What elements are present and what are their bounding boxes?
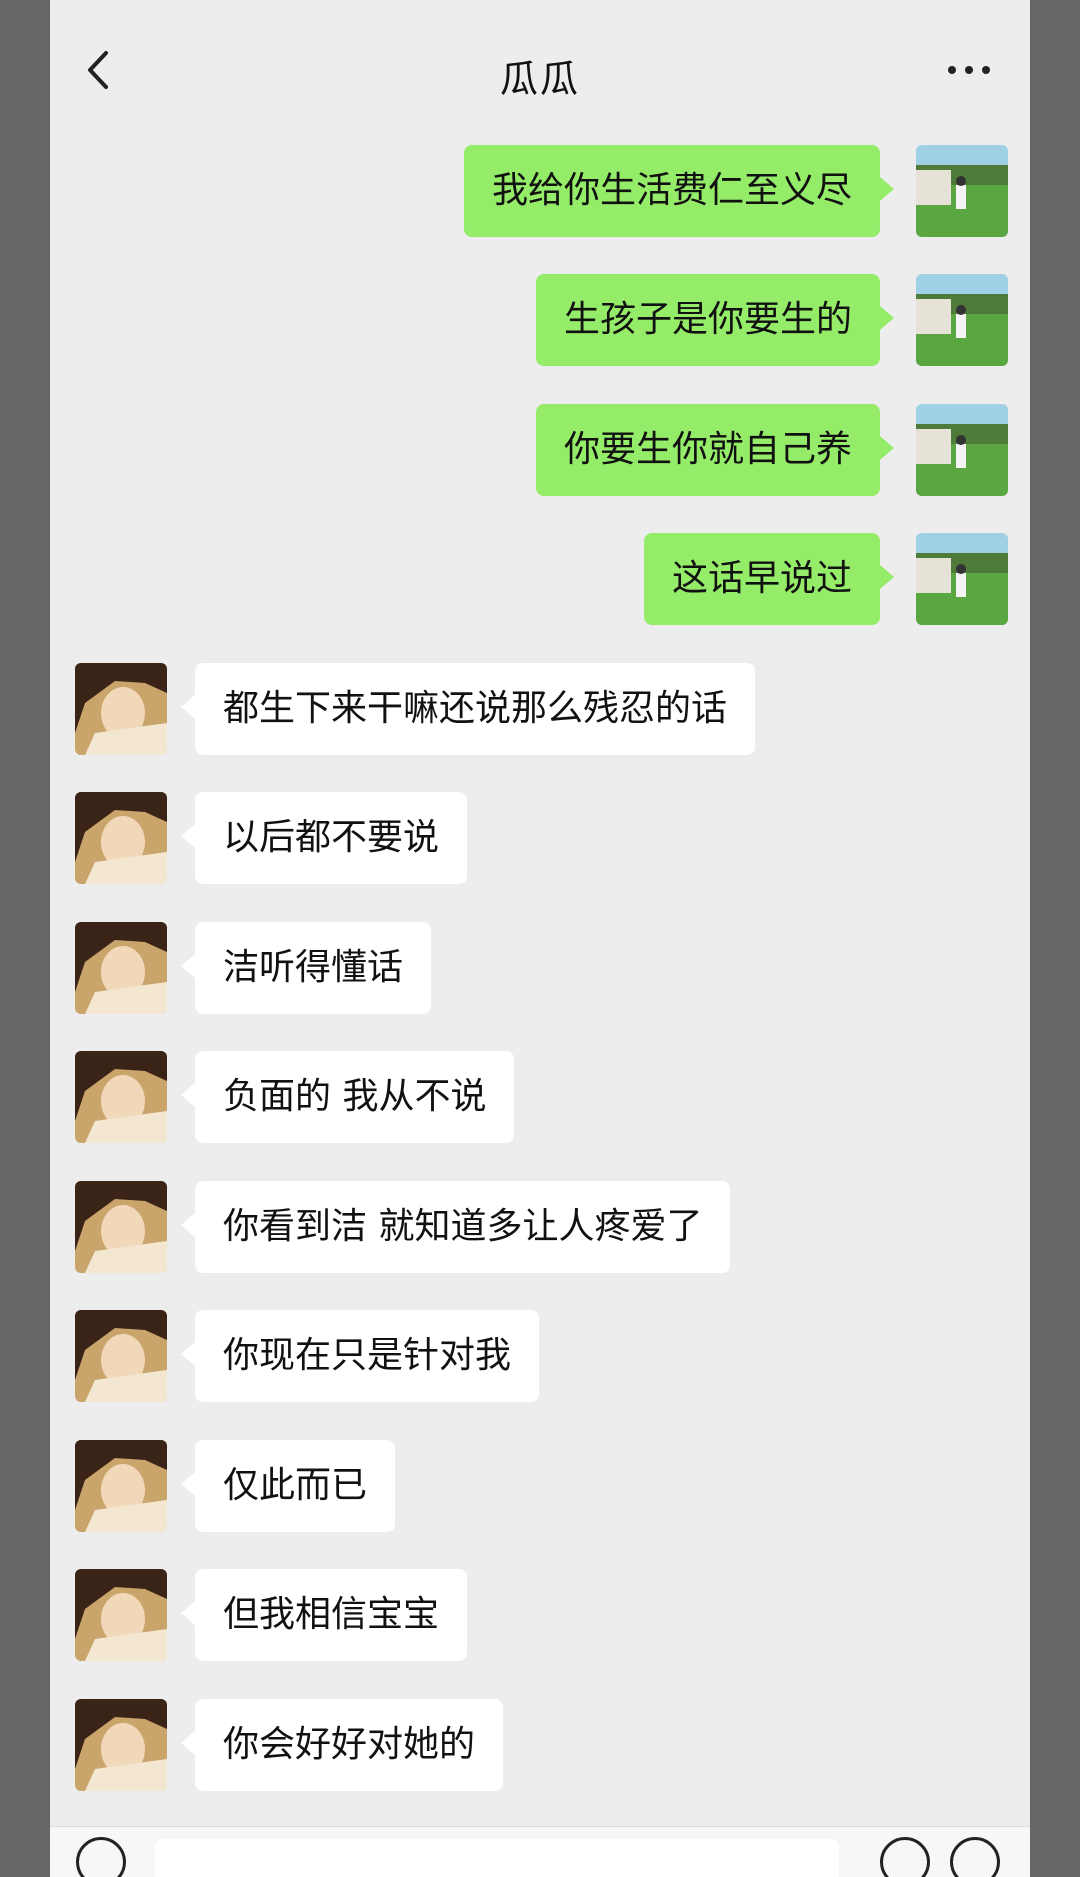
avatar[interactable]	[916, 533, 1008, 625]
message-bubble[interactable]: 你看到洁 就知道多让人疼爱了	[180, 1181, 731, 1273]
message-row: 但我相信宝宝	[50, 1569, 1030, 1661]
avatar[interactable]	[75, 1310, 167, 1402]
message-row: 你看到洁 就知道多让人疼爱了	[50, 1181, 1030, 1273]
message-row: 洁听得懂话	[50, 922, 1030, 1014]
avatar-contact-icon	[75, 1440, 167, 1532]
chat-header: 瓜瓜	[50, 0, 1030, 140]
message-row: 我给你生活费仁至义尽	[50, 145, 1030, 237]
message-row: 负面的 我从不说	[50, 1051, 1030, 1143]
message-bubble[interactable]: 这话早说过	[643, 533, 895, 625]
avatar-contact-icon	[75, 1181, 167, 1273]
avatar[interactable]	[75, 792, 167, 884]
avatar-contact-icon	[75, 1051, 167, 1143]
input-bar	[50, 1826, 1030, 1877]
message-bubble[interactable]: 洁听得懂话	[180, 922, 432, 1014]
message-bubble[interactable]: 你要生你就自己养	[535, 404, 895, 496]
avatar[interactable]	[75, 663, 167, 755]
avatar[interactable]	[75, 1181, 167, 1273]
avatar[interactable]	[75, 1051, 167, 1143]
more-dots-icon	[948, 66, 990, 74]
avatar-contact-icon	[75, 922, 167, 1014]
plus-button[interactable]	[950, 1837, 1000, 1877]
avatar-contact-icon	[75, 1310, 167, 1402]
voice-button[interactable]	[76, 1837, 126, 1877]
message-bubble[interactable]: 都生下来干嘛还说那么残忍的话	[180, 663, 756, 755]
more-button[interactable]	[944, 55, 994, 85]
avatar-self-icon	[916, 404, 1008, 496]
avatar[interactable]	[75, 1699, 167, 1791]
chat-title: 瓜瓜	[499, 57, 580, 101]
message-row: 都生下来干嘛还说那么残忍的话	[50, 663, 1030, 755]
avatar[interactable]	[916, 404, 1008, 496]
message-bubble[interactable]: 你会好好对她的	[180, 1699, 504, 1791]
avatar-contact-icon	[75, 663, 167, 755]
avatar[interactable]	[916, 145, 1008, 237]
avatar-self-icon	[916, 145, 1008, 237]
message-row: 以后都不要说	[50, 792, 1030, 884]
message-bubble[interactable]: 负面的 我从不说	[180, 1051, 515, 1143]
message-row: 仅此而已	[50, 1440, 1030, 1532]
avatar[interactable]	[75, 1569, 167, 1661]
message-bubble[interactable]: 生孩子是你要生的	[535, 274, 895, 366]
avatar[interactable]	[75, 1440, 167, 1532]
message-bubble[interactable]: 我给你生活费仁至义尽	[463, 145, 895, 237]
message-row: 这话早说过	[50, 533, 1030, 625]
avatar-contact-icon	[75, 792, 167, 884]
message-bubble[interactable]: 以后都不要说	[180, 792, 468, 884]
emoji-button[interactable]	[880, 1837, 930, 1877]
chat-screen: 瓜瓜 我给你生活费仁至义尽 生孩子是你要生的 你要生你就自己养 这话早说过 都生…	[50, 0, 1030, 1877]
avatar-self-icon	[916, 533, 1008, 625]
message-row: 你要生你就自己养	[50, 404, 1030, 496]
avatar[interactable]	[916, 274, 1008, 366]
avatar-self-icon	[916, 274, 1008, 366]
message-bubble[interactable]: 仅此而已	[180, 1440, 396, 1532]
message-row: 生孩子是你要生的	[50, 274, 1030, 366]
avatar-contact-icon	[75, 1569, 167, 1661]
message-row: 你现在只是针对我	[50, 1310, 1030, 1402]
message-bubble[interactable]: 你现在只是针对我	[180, 1310, 540, 1402]
avatar-contact-icon	[75, 1699, 167, 1791]
message-input[interactable]	[155, 1839, 839, 1877]
message-row: 你会好好对她的	[50, 1699, 1030, 1791]
avatar[interactable]	[75, 922, 167, 1014]
message-bubble[interactable]: 但我相信宝宝	[180, 1569, 468, 1661]
